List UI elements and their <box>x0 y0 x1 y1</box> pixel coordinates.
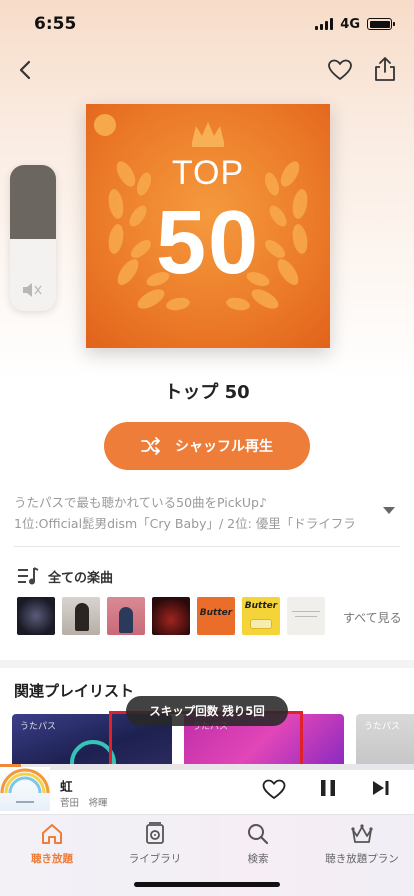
heart-icon[interactable] <box>327 57 353 83</box>
description-line-1: うたパスで最も聴かれている50曲をPickUp♪ <box>14 495 267 510</box>
now-playing-title: 虹 <box>60 779 73 794</box>
divider <box>14 546 400 547</box>
artwork-top-text: TOP <box>171 154 245 192</box>
volume-level-fill <box>10 165 56 239</box>
all-songs-label: 全ての楽曲 <box>48 571 114 586</box>
shuffle-play-button[interactable]: シャッフル再生 <box>104 422 310 470</box>
description-line-2: 1位:Official髭男dism「Cry Baby」/ 2位: 優里「ドライフ… <box>14 516 356 531</box>
related-playlists-title: 関連プレイリスト <box>14 682 135 700</box>
tab-plan[interactable]: 聴き放題プラン <box>312 821 412 866</box>
rainbow-artwork-graphic <box>0 768 50 803</box>
share-icon[interactable] <box>372 55 398 83</box>
card-brand-label: うたパス <box>364 722 401 732</box>
signal-icon <box>315 18 334 30</box>
tab-label: 検索 <box>247 853 269 865</box>
mini-player[interactable]: 虹 菅田 将暉 <box>0 767 414 814</box>
status-indicators: 4G <box>315 16 395 32</box>
song-thumbnail[interactable] <box>107 597 145 635</box>
now-playing-artist: 菅田 将暉 <box>60 798 108 809</box>
volume-hud[interactable] <box>10 165 56 311</box>
tab-label: ライブラリ <box>128 853 182 865</box>
library-icon <box>146 822 164 844</box>
status-time: 6:55 <box>34 14 77 34</box>
song-thumbnails: Butter Butter <box>17 597 325 635</box>
tab-label: 聴き放題プラン <box>325 853 399 865</box>
artwork-number-text: 50 <box>155 193 261 293</box>
card-brand-label: うたパス <box>20 722 57 732</box>
song-thumbnail[interactable]: Butter <box>242 597 280 635</box>
thumbnail-text: Butter <box>244 601 278 611</box>
now-playing-artwork <box>0 767 50 811</box>
song-list-icon <box>18 567 39 585</box>
battery-icon <box>367 18 395 30</box>
search-icon <box>248 824 269 845</box>
song-thumbnail[interactable] <box>152 597 190 635</box>
pause-icon[interactable] <box>318 778 338 798</box>
skip-count-toast: スキップ回数 残り5回 <box>126 696 288 726</box>
song-thumbnail[interactable]: Butter <box>197 597 235 635</box>
playlist-artwork: TOP 50 <box>86 104 330 348</box>
see-all-link[interactable]: すべて見る <box>343 609 402 626</box>
playlist-description: うたパスで最も聴かれている50曲をPickUp♪ 1位:Official髭男di… <box>14 492 374 534</box>
crown-icon <box>351 824 373 843</box>
page-title: トップ 50 <box>164 382 250 403</box>
tab-search[interactable]: 検索 <box>208 821 308 866</box>
tab-library[interactable]: ライブラリ <box>105 821 205 866</box>
shuffle-icon <box>141 437 160 455</box>
song-thumbnail[interactable] <box>287 597 325 635</box>
tab-label: 聴き放題 <box>31 853 73 865</box>
chevron-left-icon[interactable] <box>12 56 40 84</box>
network-type: 4G <box>340 16 360 32</box>
utapass-logo-icon <box>94 114 116 136</box>
shuffle-play-label: シャッフル再生 <box>175 439 273 455</box>
status-bar: 6:55 4G <box>0 0 414 48</box>
home-icon <box>42 824 62 844</box>
mute-speaker-icon <box>23 283 42 297</box>
tab-unlimited[interactable]: 聴き放題 <box>2 821 102 866</box>
home-indicator <box>134 882 280 887</box>
expand-description-icon[interactable] <box>382 505 396 515</box>
related-playlist-card[interactable]: うたパス <box>356 714 414 766</box>
song-thumbnail[interactable] <box>62 597 100 635</box>
section-separator <box>0 660 414 668</box>
heart-icon[interactable] <box>262 778 286 800</box>
skip-next-icon[interactable] <box>371 779 391 797</box>
thumbnail-text: Butter <box>199 608 233 618</box>
song-thumbnail[interactable] <box>17 597 55 635</box>
